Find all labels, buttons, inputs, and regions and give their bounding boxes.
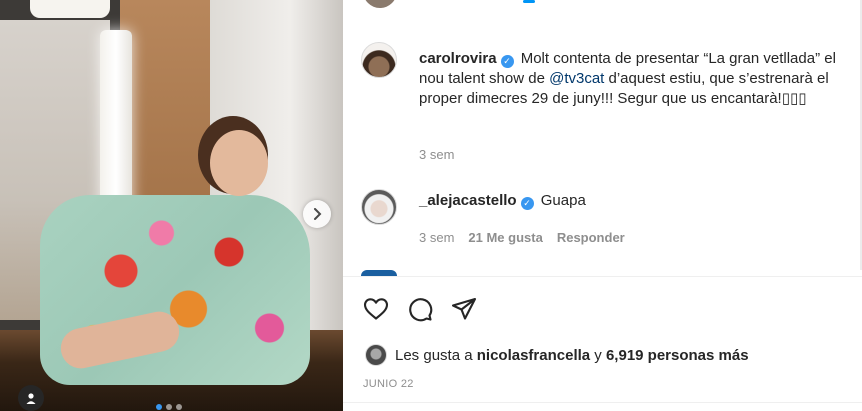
avatar[interactable] [361, 42, 397, 78]
divider [343, 402, 862, 403]
post-date[interactable]: JUNIO 22 [363, 378, 414, 390]
avatar[interactable] [365, 344, 387, 366]
like-button[interactable] [361, 294, 391, 324]
carousel-dot [166, 404, 172, 410]
likes-count[interactable]: 6,919 personas más [606, 347, 749, 364]
likes-summary: Les gusta a nicolasfrancella y 6,919 per… [365, 344, 749, 366]
comment-meta: 3 sem 21 Me gusta Responder [419, 230, 625, 245]
ceiling-light [30, 0, 110, 18]
comment-button[interactable] [405, 294, 435, 324]
share-icon [451, 297, 477, 320]
person-tag-icon [26, 393, 36, 404]
mention-link[interactable]: @tv3cat [549, 70, 604, 87]
carousel-dot [176, 404, 182, 410]
verified-icon: ✓ [520, 197, 534, 210]
comment-username[interactable]: _alejacastello [419, 192, 517, 209]
caption-time[interactable]: 3 sem [419, 147, 454, 162]
comment-text: _alejacastello ✓ Guapa [419, 191, 859, 225]
header-avatar[interactable] [363, 0, 397, 8]
verified-icon: ✓ [500, 55, 514, 68]
comment-time[interactable]: 3 sem [419, 230, 454, 245]
caption-emoji: ▯▯▯ [781, 90, 807, 107]
caption-username[interactable]: carolrovira [419, 50, 497, 67]
likes-middle: y [594, 346, 602, 364]
post-photo[interactable] [0, 0, 343, 411]
comment-icon [409, 298, 433, 322]
carousel-dot [156, 404, 162, 410]
likes-prefix: Les gusta a [395, 346, 473, 364]
post-details-panel: carolrovira ✓ Molt contenta de presentar … [343, 0, 862, 411]
chevron-right-icon [314, 208, 322, 220]
list-item: _alejacastello ✓ Guapa [361, 189, 859, 225]
heart-icon [363, 298, 389, 320]
comment-likes[interactable]: 21 Me gusta [468, 230, 542, 245]
caption-text: carolrovira ✓ Molt contenta de presentar … [419, 49, 859, 109]
likes-text: Les gusta a nicolasfrancella y 6,919 per… [395, 347, 749, 364]
divider [343, 276, 862, 277]
carousel-indicator [156, 404, 182, 410]
person-head [210, 130, 268, 196]
carousel-next-button[interactable] [303, 200, 331, 228]
caption-meta: 3 sem [419, 147, 454, 162]
likes-user[interactable]: nicolasfrancella [477, 347, 590, 364]
follow-link-fragment [523, 0, 535, 3]
action-bar [361, 294, 479, 324]
caption: carolrovira ✓ Molt contenta de presentar … [361, 42, 859, 109]
tag-people-button[interactable] [18, 385, 44, 411]
avatar[interactable] [361, 189, 397, 225]
reply-button[interactable]: Responder [557, 230, 625, 245]
share-button[interactable] [449, 294, 479, 324]
comment-body: Guapa [540, 192, 586, 209]
